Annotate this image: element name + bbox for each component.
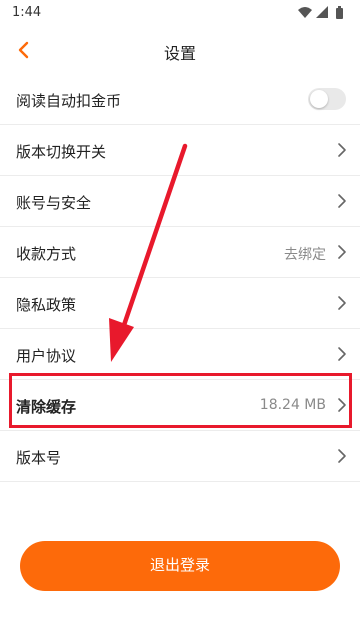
settings-row-account-security[interactable]: 账号与安全 [0,176,360,227]
auto-deduct-toggle[interactable] [308,88,346,110]
settings-row-version-switch[interactable]: 版本切换开关 [0,125,360,176]
settings-row-version-number[interactable]: 版本号 [0,431,360,482]
row-label: 收款方式 [16,245,77,263]
row-label: 用户协议 [16,347,77,365]
status-icons [296,5,350,21]
settings-row-payment-method[interactable]: 收款方式 去绑定 [0,227,360,278]
status-bar: 1:44 [0,0,360,26]
status-time: 1:44 [12,5,42,20]
row-label: 版本号 [16,449,62,467]
battery-icon [336,6,343,19]
settings-row-privacy-policy[interactable]: 隐私政策 [0,278,360,329]
nav-bar: 设置 [0,26,360,74]
row-label: 版本切换开关 [16,143,107,161]
chevron-right-icon [338,143,346,157]
wifi-icon [298,7,312,18]
chevron-right-icon [338,245,346,259]
toggle-knob [310,90,328,108]
chevron-right-icon [338,194,346,208]
chevron-right-icon [338,449,346,463]
row-label: 隐私政策 [16,296,77,314]
row-label: 账号与安全 [16,194,92,212]
row-label: 阅读自动扣金币 [16,92,122,110]
logout-button[interactable]: 退出登录 [20,541,340,591]
chevron-right-icon [338,347,346,361]
page-title: 设置 [163,44,196,63]
chevron-right-icon [338,296,346,310]
highlight-box [9,373,352,428]
cellular-signal-icon [316,6,328,18]
settings-row-auto-deduct-coins[interactable]: 阅读自动扣金币 [0,74,360,125]
payment-bind-status: 去绑定 [284,247,326,263]
